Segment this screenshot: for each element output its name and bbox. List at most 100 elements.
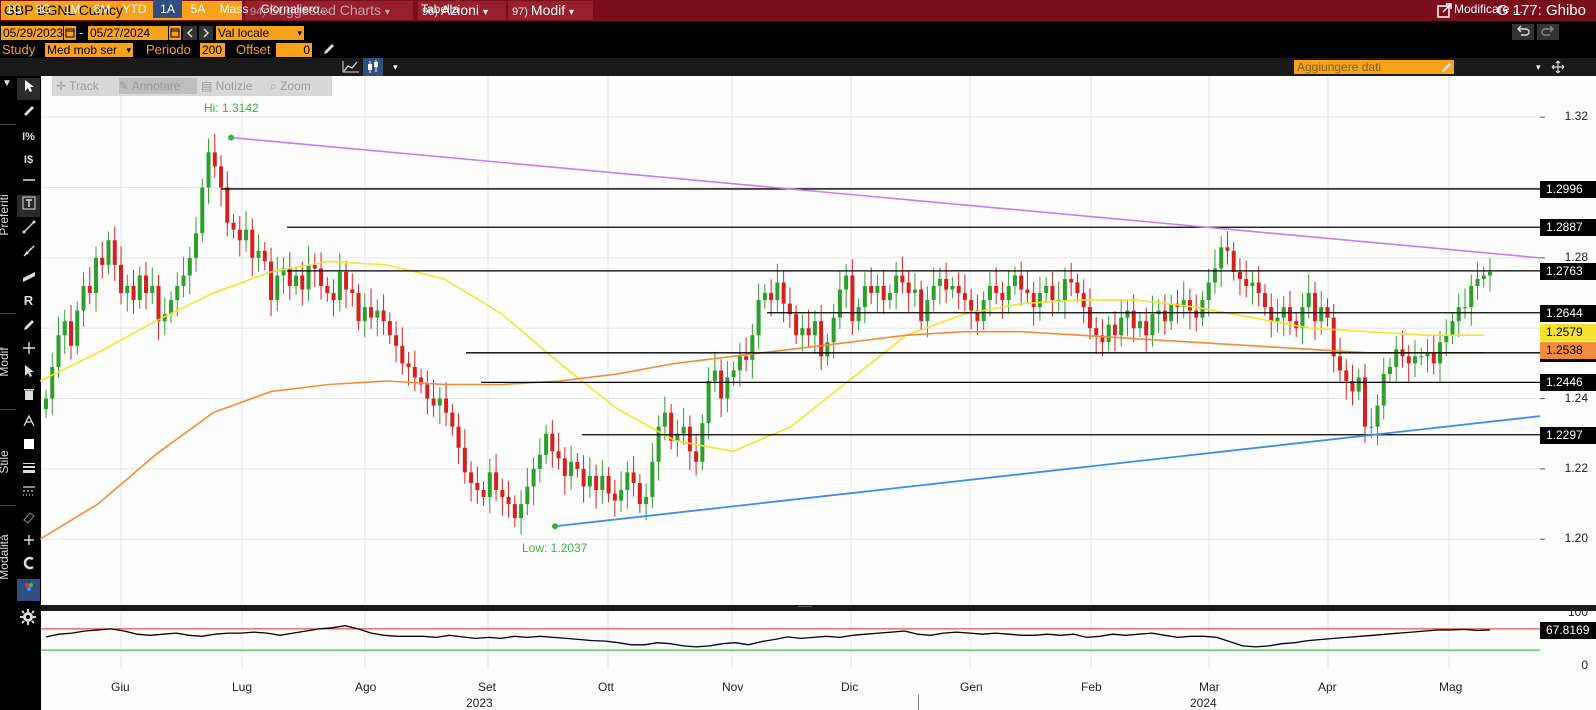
oscillator-value-label[interactable]: 67.8169 bbox=[1540, 622, 1596, 640]
price-level-label[interactable]: 1.2996 bbox=[1540, 180, 1596, 198]
annotate-button[interactable]: ✎ Annotare bbox=[119, 78, 197, 94]
candle-body bbox=[1044, 286, 1049, 294]
candle-body bbox=[769, 293, 774, 301]
news-icon: ▤ bbox=[201, 79, 216, 93]
candle-body bbox=[219, 166, 224, 188]
candle-body bbox=[169, 300, 174, 315]
candle-body bbox=[350, 289, 355, 294]
candle-body bbox=[144, 275, 149, 294]
candle-body bbox=[75, 310, 80, 346]
price-level-label[interactable]: 1.2446 bbox=[1540, 374, 1596, 392]
candle-body bbox=[237, 229, 242, 241]
candle-body bbox=[156, 286, 161, 322]
candle-body bbox=[987, 286, 992, 301]
candle-body bbox=[962, 293, 967, 301]
candle-body bbox=[294, 275, 299, 286]
candle-body bbox=[1406, 356, 1411, 364]
candle-body bbox=[900, 275, 905, 283]
candle-body bbox=[606, 475, 611, 494]
candle-body bbox=[575, 461, 580, 469]
candle-body bbox=[1250, 282, 1255, 286]
candle-body bbox=[550, 433, 555, 452]
candle-body bbox=[925, 300, 930, 322]
price-level-label[interactable]: 1.2887 bbox=[1540, 219, 1596, 237]
month-label: Set bbox=[478, 680, 497, 694]
candle-body bbox=[756, 300, 761, 336]
year-divider bbox=[918, 694, 919, 710]
candle-body bbox=[475, 482, 480, 490]
candle-body bbox=[1069, 278, 1074, 283]
candle-body bbox=[587, 475, 592, 487]
candle-body bbox=[1444, 335, 1449, 343]
candle-body bbox=[525, 486, 530, 505]
candle-body bbox=[1144, 321, 1149, 336]
candle-body bbox=[512, 504, 517, 519]
candle-body bbox=[487, 472, 492, 498]
news-button[interactable]: ▤ Notizie bbox=[201, 78, 267, 94]
crosshair-icon: ✛ bbox=[56, 79, 70, 93]
resistance-trendline bbox=[230, 136, 1541, 259]
annotate-label: Annotare bbox=[131, 79, 181, 93]
candle-body bbox=[1469, 286, 1474, 308]
candle-body bbox=[706, 380, 711, 424]
candle-body bbox=[244, 229, 249, 241]
candle-body bbox=[1481, 275, 1486, 279]
candle-body bbox=[1344, 370, 1349, 381]
candle-body bbox=[1012, 275, 1017, 286]
candle-body bbox=[1062, 278, 1067, 301]
candle-body bbox=[87, 286, 92, 294]
candle-body bbox=[225, 187, 230, 223]
high-annotation: Hi: 1.3142 bbox=[204, 101, 259, 115]
candle-body bbox=[206, 152, 211, 188]
candle-body bbox=[1106, 324, 1111, 343]
high-marker bbox=[228, 134, 234, 141]
candle-body bbox=[494, 472, 499, 490]
candle-body bbox=[719, 370, 724, 399]
candle-body bbox=[437, 398, 442, 406]
candle-body bbox=[681, 426, 686, 434]
y-tick-label: 1.22 bbox=[1564, 460, 1588, 475]
candle-body bbox=[850, 275, 855, 322]
price-level-label[interactable]: 1.2644 bbox=[1540, 304, 1596, 322]
zoom-button[interactable]: ⌕ Zoom bbox=[270, 78, 330, 94]
candle-body bbox=[1287, 307, 1292, 322]
price-level-label[interactable]: 1.2297 bbox=[1540, 426, 1596, 444]
candle-body bbox=[1244, 278, 1249, 286]
candle-body bbox=[662, 412, 667, 427]
candle-body bbox=[1419, 356, 1424, 358]
candle-body bbox=[506, 497, 511, 505]
candle-body bbox=[1394, 349, 1399, 367]
candle-body bbox=[812, 321, 817, 336]
month-label: Nov bbox=[722, 680, 744, 694]
candle-body bbox=[175, 286, 180, 301]
candle-body bbox=[1050, 286, 1055, 301]
candle-body bbox=[944, 278, 949, 290]
candle-body bbox=[912, 289, 917, 294]
price-level-label[interactable]: 1.2763 bbox=[1540, 262, 1596, 280]
candle-body bbox=[600, 475, 605, 490]
candle-body bbox=[456, 426, 461, 448]
moving-average-value-label[interactable]: 1.2538 bbox=[1540, 342, 1596, 359]
track-button[interactable]: ✛ Track bbox=[56, 78, 118, 94]
y-tick-label: 1.32 bbox=[1564, 109, 1588, 124]
candle-body bbox=[262, 250, 267, 262]
candle-body bbox=[256, 250, 261, 258]
candle-body bbox=[375, 310, 380, 318]
pencil-icon: ✎ bbox=[119, 79, 132, 93]
candle-body bbox=[56, 335, 61, 367]
candle-body bbox=[1381, 373, 1386, 406]
candle-body bbox=[394, 335, 399, 346]
moving-average-line-1 bbox=[39, 260, 1484, 453]
candle-body bbox=[462, 447, 467, 473]
candle-body bbox=[444, 398, 449, 413]
candle-body bbox=[881, 286, 886, 301]
candle-body bbox=[106, 240, 111, 265]
candle-body bbox=[819, 321, 824, 357]
candle-body bbox=[112, 240, 117, 265]
candle-body bbox=[275, 275, 280, 301]
candle-body bbox=[887, 293, 892, 301]
candle-body bbox=[150, 286, 155, 294]
candle-body bbox=[1306, 293, 1311, 308]
candle-body bbox=[231, 222, 236, 230]
moving-average-value-label[interactable]: 1.2579 bbox=[1540, 323, 1596, 341]
